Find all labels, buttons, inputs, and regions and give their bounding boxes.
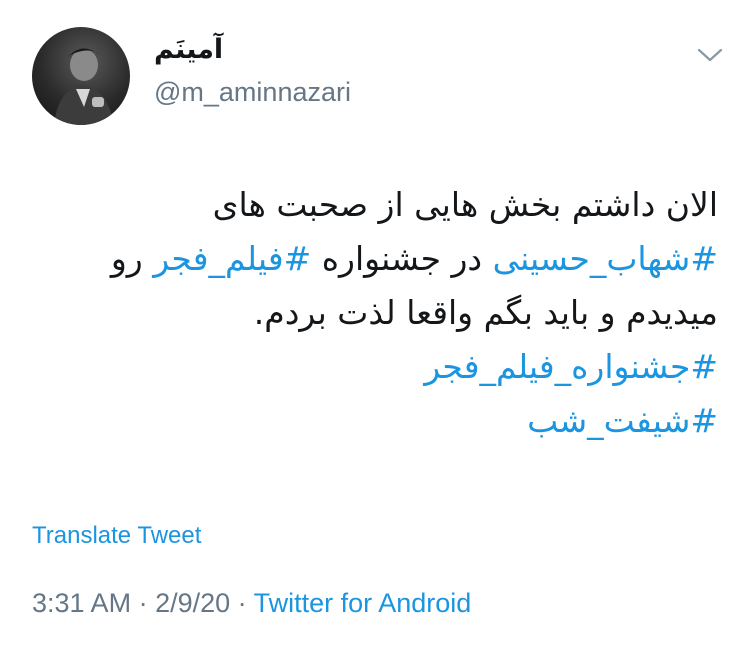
profile-photo-icon <box>54 48 114 125</box>
tweet-metadata: 3:31 AM · 2/9/20 · Twitter for Android <box>32 588 471 619</box>
avatar[interactable] <box>32 27 130 125</box>
hashtag-link[interactable]: #فیلم_فجر <box>153 239 311 278</box>
tweet-text-segment: در جشنواره <box>311 239 493 278</box>
chevron-down-icon[interactable] <box>692 40 728 70</box>
user-handle[interactable]: @m_aminnazari <box>154 77 351 108</box>
hashtag-link[interactable]: #جشنواره_فیلم_فجر <box>28 340 718 394</box>
tweet-time[interactable]: 3:31 AM <box>32 588 131 618</box>
hashtag-link[interactable]: #شهاب_حسینی <box>493 239 718 278</box>
tweet-source-link[interactable]: Twitter for Android <box>254 588 472 618</box>
tweet-card: آمینَم @m_aminnazari الان داشتم بخش هایی… <box>0 0 750 656</box>
tweet-line-1: الان داشتم بخش هایی از صحبت های <box>212 185 718 224</box>
translate-tweet-link[interactable]: Translate Tweet <box>32 522 201 550</box>
tweet-line-2: #شهاب_حسینی در جشنواره #فیلم_فجر رو <box>28 232 718 286</box>
hashtag-link[interactable]: #شیفت_شب <box>28 394 718 448</box>
meta-separator: · <box>131 588 156 618</box>
meta-separator: · <box>230 588 254 618</box>
tweet-date[interactable]: 2/9/20 <box>155 588 230 618</box>
tweet-text-segment: رو <box>110 239 154 278</box>
tweet-text: الان داشتم بخش هایی از صحبت های #شهاب_حس… <box>28 178 718 448</box>
display-name[interactable]: آمینَم <box>154 34 223 65</box>
tweet-line-3: میدیدم و باید بگم واقعا لذت بردم. <box>253 293 718 332</box>
